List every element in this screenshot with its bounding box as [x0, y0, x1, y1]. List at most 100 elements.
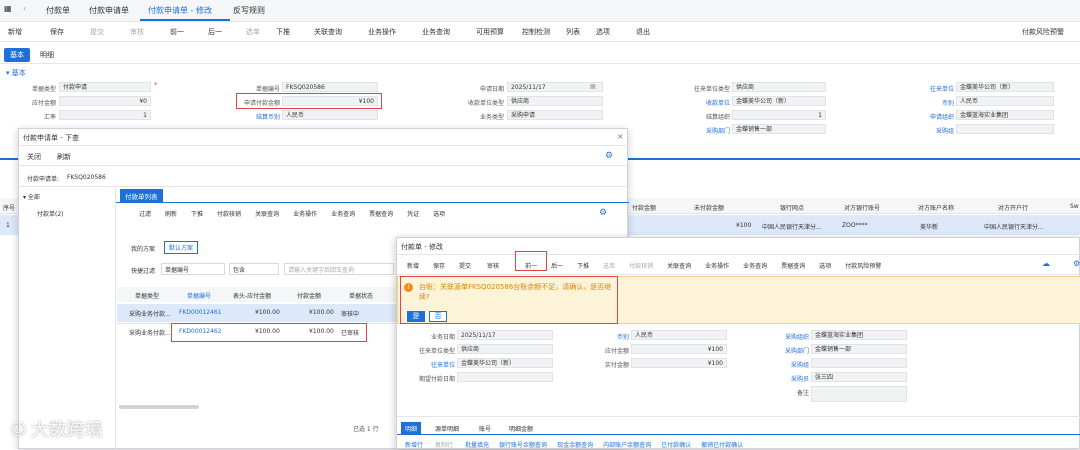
- filter-keyword-input[interactable]: 请输入关键字后回车查询: [284, 263, 394, 275]
- audit-button-2[interactable]: 审核: [487, 261, 499, 270]
- control-check-button[interactable]: 控制检测: [522, 27, 550, 37]
- payable-amount-field[interactable]: ¥0: [59, 96, 151, 106]
- list-settings-icon[interactable]: ⚙: [599, 208, 607, 218]
- bill-query-button[interactable]: 票据查询: [369, 209, 393, 218]
- payable-field-2[interactable]: ¥100: [631, 344, 727, 354]
- filter-button[interactable]: 过滤: [139, 209, 151, 218]
- related-query-button-3[interactable]: 关联查询: [667, 261, 691, 270]
- row1-bill-no[interactable]: FKD00012461: [179, 309, 222, 316]
- bill-query-button-2[interactable]: 票据查询: [781, 261, 805, 270]
- select-bill-button[interactable]: 选单: [246, 27, 260, 37]
- internal-balance-button[interactable]: 内部账户余额查询: [603, 440, 651, 449]
- push-down-button[interactable]: 下推: [276, 27, 290, 37]
- write-off-button[interactable]: 付款核销: [217, 209, 241, 218]
- tree-item-payment[interactable]: 付款单(2): [37, 209, 64, 218]
- submit-button-2[interactable]: 提交: [459, 261, 471, 270]
- home-icon[interactable]: ▦: [4, 4, 12, 13]
- business-query-button[interactable]: 业务查询: [422, 27, 450, 37]
- expect-date-field[interactable]: [457, 372, 553, 382]
- audit-button[interactable]: 审核: [130, 27, 144, 37]
- tab-payment-bill[interactable]: 付款单: [46, 5, 70, 16]
- payee-field[interactable]: 金蝶美华公司（新）: [732, 96, 826, 106]
- actual-pay-field[interactable]: ¥100: [631, 358, 727, 368]
- submit-button[interactable]: 提交: [90, 27, 104, 37]
- cash-balance-button[interactable]: 现金余额查询: [557, 440, 593, 449]
- payment-risk-button-2[interactable]: 付款风险预警: [845, 261, 881, 270]
- tab-nav-icon[interactable]: ‹: [23, 4, 26, 13]
- purchase-dept-field-2[interactable]: 金蝶销售一部: [811, 344, 907, 354]
- next-button-2[interactable]: 后一: [551, 261, 563, 270]
- related-query-button-2[interactable]: 关联查询: [255, 209, 279, 218]
- bill-type-field[interactable]: 付款申请: [59, 82, 151, 92]
- biz-date-field[interactable]: 2025/11/17: [457, 330, 553, 340]
- tab-source-detail[interactable]: 源单明细: [435, 424, 459, 433]
- tab-detail[interactable]: 明细: [34, 48, 60, 62]
- payment-risk-button[interactable]: 付款风险预警: [1022, 27, 1064, 37]
- voucher-button[interactable]: 凭证: [407, 209, 419, 218]
- options-button-3[interactable]: 选项: [819, 261, 831, 270]
- contact-field-2[interactable]: 金蝶美华公司（新）: [457, 358, 553, 368]
- paid-confirm-button[interactable]: 已付款确认: [661, 440, 691, 449]
- tab-payment-request[interactable]: 付款申请单: [89, 5, 129, 16]
- apply-org-field[interactable]: 金蝶蓝海实业集团: [956, 110, 1054, 120]
- cancel-paid-confirm-button[interactable]: 撤销已付款确认: [701, 440, 743, 449]
- refresh-button[interactable]: 刷新: [57, 152, 71, 162]
- purchase-group-field[interactable]: [956, 124, 1054, 134]
- bank-balance-button[interactable]: 银行账号余额查询: [499, 440, 547, 449]
- add-row-button[interactable]: 新增行: [405, 440, 423, 449]
- apply-date-field[interactable]: 2025/11/17: [507, 82, 603, 92]
- default-scheme-button[interactable]: 默认方案: [164, 241, 199, 254]
- prev-button[interactable]: 前一: [170, 27, 184, 37]
- calendar-icon[interactable]: ▦: [590, 83, 596, 90]
- refresh-list-button[interactable]: 刷新: [165, 209, 177, 218]
- tab-writeback-rules[interactable]: 反写规则: [233, 5, 265, 16]
- col-bill-no[interactable]: 单据编号: [187, 291, 211, 300]
- bill-no-field[interactable]: FKSQ020586: [282, 82, 378, 92]
- tab-payment-list[interactable]: 付款单列表: [120, 189, 163, 203]
- business-query-button-2[interactable]: 业务查询: [331, 209, 355, 218]
- settings-gear-icon[interactable]: ⚙: [605, 151, 613, 161]
- contact-field[interactable]: 金蝶美华公司（新）: [956, 82, 1054, 92]
- business-query-button-3[interactable]: 业务查询: [743, 261, 767, 270]
- exchange-rate-field[interactable]: 1: [59, 110, 151, 120]
- tab-detail-amount[interactable]: 明细金额: [509, 424, 533, 433]
- tab-account[interactable]: 账号: [479, 424, 491, 433]
- save-button[interactable]: 保存: [50, 27, 64, 37]
- remark-field[interactable]: [811, 386, 907, 402]
- business-ops-button[interactable]: 业务操作: [368, 27, 396, 37]
- filter-op-select[interactable]: 包含: [229, 263, 279, 275]
- tree-item-all[interactable]: ▾ 全部: [23, 192, 40, 201]
- new-button[interactable]: 新增: [8, 27, 22, 37]
- currency-field[interactable]: 人民币: [956, 96, 1054, 106]
- settle-currency-field[interactable]: 人民币: [282, 110, 378, 120]
- purchase-org-field[interactable]: 金蝶蓝海实业集团: [811, 330, 907, 340]
- next-button[interactable]: 后一: [208, 27, 222, 37]
- filter-field-select[interactable]: 单据编号: [161, 263, 225, 275]
- select-bill-button-2[interactable]: 选单: [603, 261, 615, 270]
- business-ops-button-3[interactable]: 业务操作: [705, 261, 729, 270]
- biz-type-field[interactable]: 采购申请: [507, 110, 603, 120]
- contact-type-field[interactable]: 供应商: [732, 82, 826, 92]
- push-button-2[interactable]: 下推: [577, 261, 589, 270]
- write-off-button-2[interactable]: 付款核销: [629, 261, 653, 270]
- purchase-group-field-2[interactable]: [811, 358, 907, 368]
- cloud-icon[interactable]: ☁: [1042, 259, 1050, 268]
- business-ops-button-2[interactable]: 业务操作: [293, 209, 317, 218]
- batch-fill-button[interactable]: 批量填充: [465, 440, 489, 449]
- horizontal-scrollbar[interactable]: [119, 405, 199, 409]
- available-budget-button[interactable]: 可用预算: [476, 27, 504, 37]
- purchase-dept-field[interactable]: 金蝶销售一部: [732, 124, 826, 134]
- options-button[interactable]: 选项: [596, 27, 610, 37]
- copy-row-button[interactable]: 复制行: [435, 440, 453, 449]
- currency-field-2[interactable]: 人民币: [631, 330, 727, 340]
- related-query-button[interactable]: 关联查询: [314, 27, 342, 37]
- options-button-2[interactable]: 选项: [433, 209, 445, 218]
- close-button[interactable]: 关闭: [27, 152, 41, 162]
- close-icon[interactable]: ×: [617, 132, 624, 141]
- settings-gear-icon-2[interactable]: ⚙: [1073, 259, 1080, 268]
- new-button-2[interactable]: 新增: [407, 261, 419, 270]
- buyer-field[interactable]: 张三四: [811, 372, 907, 382]
- list-button[interactable]: 列表: [566, 27, 580, 37]
- push-button[interactable]: 下推: [191, 209, 203, 218]
- tab-basic[interactable]: 基本: [4, 48, 30, 62]
